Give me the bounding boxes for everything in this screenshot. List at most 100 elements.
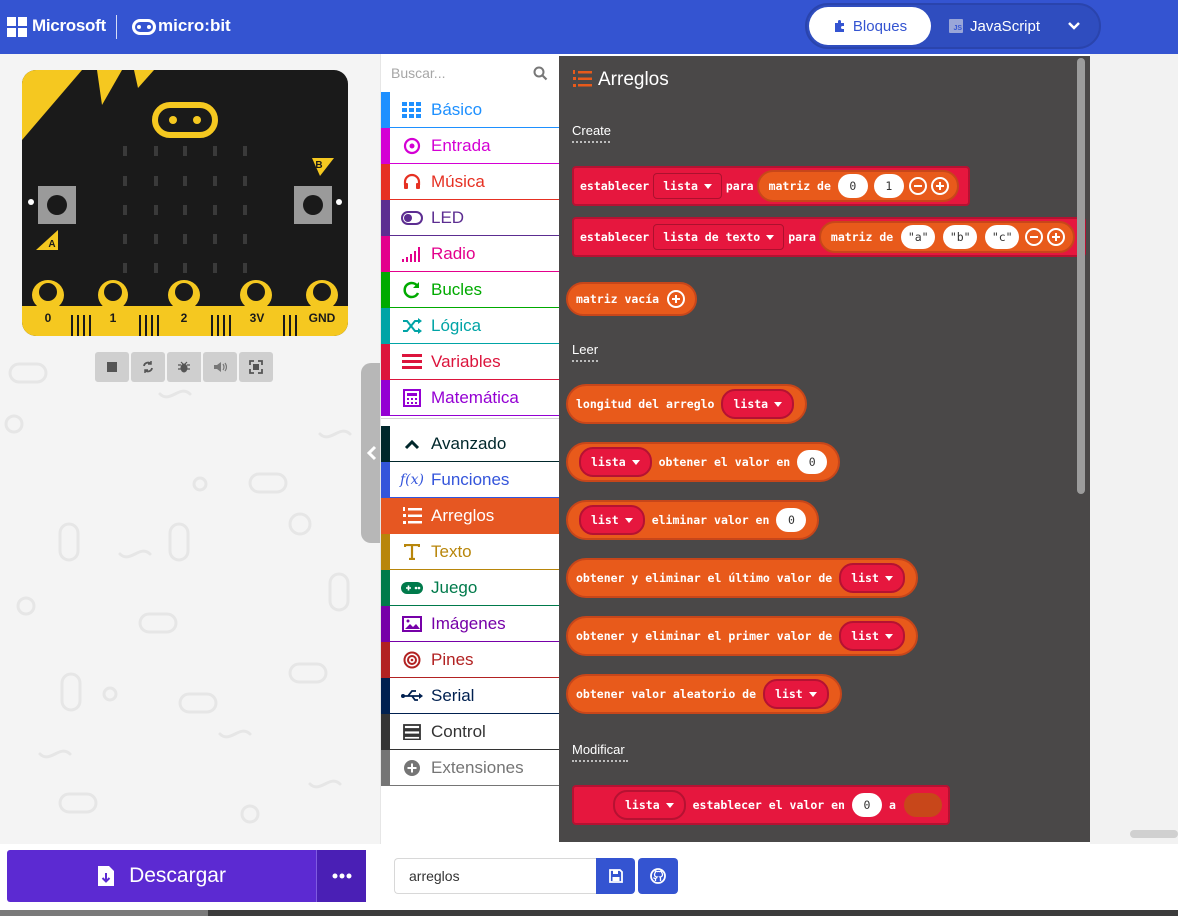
mute-button[interactable] [203, 352, 237, 382]
category-arrays[interactable]: Arreglos [381, 498, 560, 534]
add-item-icon[interactable] [1047, 228, 1066, 246]
category-input[interactable]: Entrada [381, 128, 560, 164]
remove-item-icon[interactable] [908, 177, 927, 195]
block-array-length[interactable]: longitud del arreglo lista [566, 384, 808, 424]
variable-dropdown[interactable]: lista [613, 790, 686, 820]
number-input[interactable]: 1 [873, 174, 904, 198]
category-extensions[interactable]: Extensiones [381, 750, 560, 786]
number-input[interactable]: 0 [776, 508, 807, 532]
collapse-simulator-button[interactable] [361, 363, 380, 543]
category-variables[interactable]: Variables [381, 344, 560, 380]
gamepad-icon [401, 581, 423, 594]
number-input[interactable]: 0 [851, 793, 882, 817]
variable-dropdown[interactable]: lista [721, 389, 795, 419]
fullscreen-button[interactable] [239, 352, 273, 382]
project-name-input[interactable] [394, 858, 596, 894]
tab-blocks[interactable]: Bloques [809, 7, 931, 45]
block-set-value[interactable]: lista establecer el valor en 0 a [572, 785, 950, 825]
category-arrays-label: Arreglos [431, 505, 495, 525]
category-logic[interactable]: Lógica [381, 308, 560, 344]
stop-button[interactable] [95, 352, 129, 382]
microbit-brand[interactable]: micro:bit [158, 16, 231, 36]
block-empty-array[interactable]: matriz vacía [566, 282, 698, 316]
toggle-icon [401, 210, 423, 225]
editor-toggle: Bloques JS JavaScript [805, 3, 1101, 49]
server-icon [403, 723, 421, 740]
block-random-value[interactable]: obtener valor aleatorio de list [566, 674, 842, 714]
variable-dropdown[interactable]: list [839, 621, 905, 651]
block-pop-last[interactable]: obtener y eliminar el último valor de li… [566, 558, 918, 598]
array-of-block[interactable]: matriz de "a" "b" "c" [818, 221, 1076, 253]
number-input[interactable]: 0 [837, 174, 868, 198]
remove-item-icon[interactable] [1025, 228, 1044, 246]
category-text[interactable]: Texto [381, 534, 560, 570]
restart-button[interactable] [131, 352, 165, 382]
category-radio[interactable]: Radio [381, 236, 560, 272]
category-pins[interactable]: Pines [381, 642, 560, 678]
category-loops-label: Bucles [431, 279, 483, 299]
variable-dropdown[interactable]: lista [653, 173, 722, 199]
category-math-label: Matemática [431, 387, 519, 407]
puzzle-icon [834, 20, 844, 32]
toolbox-search [381, 54, 560, 92]
category-music[interactable]: Música [381, 164, 560, 200]
microbit-board[interactable]: 0 1 2 3V GND A B [22, 70, 348, 336]
category-led[interactable]: LED [381, 200, 560, 236]
number-input[interactable]: 0 [797, 450, 828, 474]
flyout-scrollbar[interactable] [1077, 58, 1085, 494]
tab-javascript[interactable]: JS JavaScript [949, 7, 1059, 45]
button-a-label: A [48, 239, 55, 250]
category-images-label: Imágenes [431, 613, 506, 633]
chevron-down-icon[interactable] [1067, 19, 1081, 33]
workspace[interactable] [1090, 54, 1178, 844]
download-button[interactable]: Descargar [7, 850, 316, 902]
block-remove-value[interactable]: list eliminar valor en 0 [566, 500, 820, 540]
header-divider [116, 15, 117, 39]
category-loops[interactable]: Bucles [381, 272, 560, 308]
more-options-button[interactable] [316, 850, 366, 902]
block-set-text-list[interactable]: establecer lista de texto para matriz de… [572, 217, 1087, 257]
tab-javascript-label: JavaScript [970, 17, 1041, 35]
github-button[interactable] [638, 858, 678, 894]
add-item-icon[interactable] [930, 177, 949, 195]
empty-value-slot[interactable] [903, 793, 942, 817]
category-images[interactable]: Imágenes [381, 606, 560, 642]
category-control[interactable]: Control [381, 714, 560, 750]
microsoft-brand[interactable]: Microsoft [32, 16, 106, 36]
save-button[interactable] [596, 858, 635, 894]
debug-button[interactable] [167, 352, 201, 382]
array-of-block[interactable]: matriz de 0 1 [756, 170, 959, 202]
search-input[interactable] [391, 62, 531, 84]
add-item-icon[interactable] [667, 290, 686, 308]
github-icon [650, 868, 666, 884]
category-basic[interactable]: Básico [381, 92, 560, 128]
variable-dropdown[interactable]: list [763, 679, 829, 709]
block-get-value[interactable]: lista obtener el valor en 0 [566, 442, 841, 482]
board-graphic: 0 1 2 3V GND A B [22, 70, 348, 336]
dropdown-arrow-icon [631, 459, 640, 465]
dropdown-arrow-icon [884, 633, 893, 639]
string-input[interactable]: "c" [985, 225, 1020, 249]
variable-dropdown[interactable]: list [839, 563, 905, 593]
category-game[interactable]: Juego [381, 570, 560, 606]
variable-dropdown[interactable]: lista de texto [653, 224, 785, 250]
block-pop-first[interactable]: obtener y eliminar el primer valor de li… [566, 616, 918, 656]
variable-dropdown[interactable]: list [579, 505, 645, 535]
string-input[interactable]: "a" [901, 225, 936, 249]
block-set-list[interactable]: establecer lista para matriz de 0 1 [572, 166, 970, 206]
tab-blocks-label: Bloques [852, 17, 908, 35]
category-functions[interactable]: f(x) Funciones [381, 462, 560, 498]
dropdown-arrow-icon [624, 517, 633, 523]
dropdown-arrow-icon [884, 575, 893, 581]
category-serial[interactable]: Serial [381, 678, 560, 714]
search-icon[interactable] [533, 66, 548, 81]
variable-dropdown[interactable]: lista [579, 447, 652, 477]
category-math[interactable]: Matemática [381, 380, 560, 416]
category-advanced[interactable]: Avanzado [381, 426, 560, 462]
block-keyword: matriz de [768, 179, 831, 193]
workspace-scrollbar[interactable] [1130, 830, 1178, 838]
string-input[interactable]: "b" [943, 225, 978, 249]
category-serial-label: Serial [431, 685, 475, 705]
headphones-icon [403, 173, 421, 189]
block-keyword: establecer [580, 230, 650, 244]
